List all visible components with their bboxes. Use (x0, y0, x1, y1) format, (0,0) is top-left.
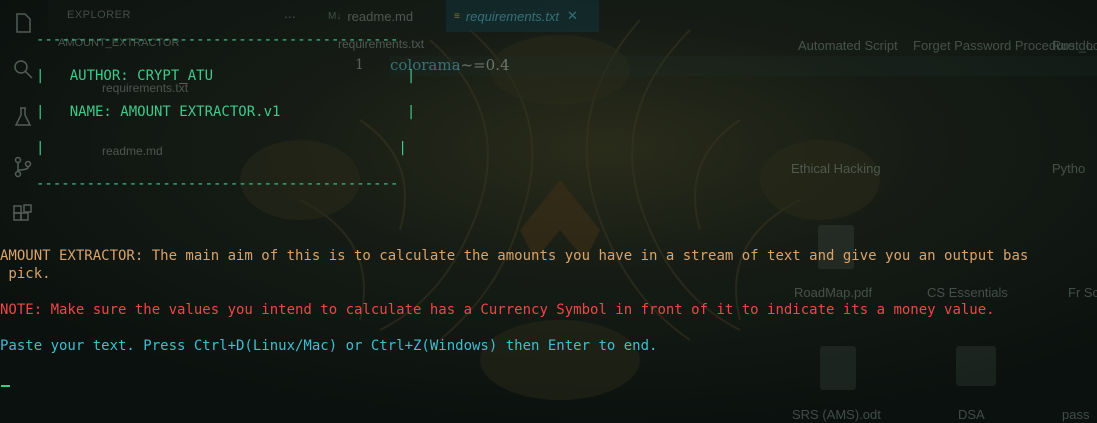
input-prompt: Paste your text. Press Ctrl+D(Linux/Mac)… (0, 338, 658, 354)
terminal-cursor[interactable] (1, 385, 10, 387)
description-line-2: pick. (0, 266, 51, 282)
note-line: NOTE: Make sure the values you intend to… (0, 302, 995, 318)
banner-bottom-border: ----------------------------------------… (36, 176, 399, 192)
banner-blank-line: | | (36, 140, 407, 156)
banner-top-border: ----------------------------------------… (36, 32, 399, 48)
banner-name-line: | NAME: AMOUNT EXTRACTOR.v1 | (36, 104, 416, 120)
terminal-output: ----------------------------------------… (0, 0, 1097, 423)
description-line-1: AMOUNT EXTRACTOR: The main aim of this i… (0, 248, 1029, 264)
banner-author-line: | AUTHOR: CRYPT_ATU | (36, 68, 416, 84)
